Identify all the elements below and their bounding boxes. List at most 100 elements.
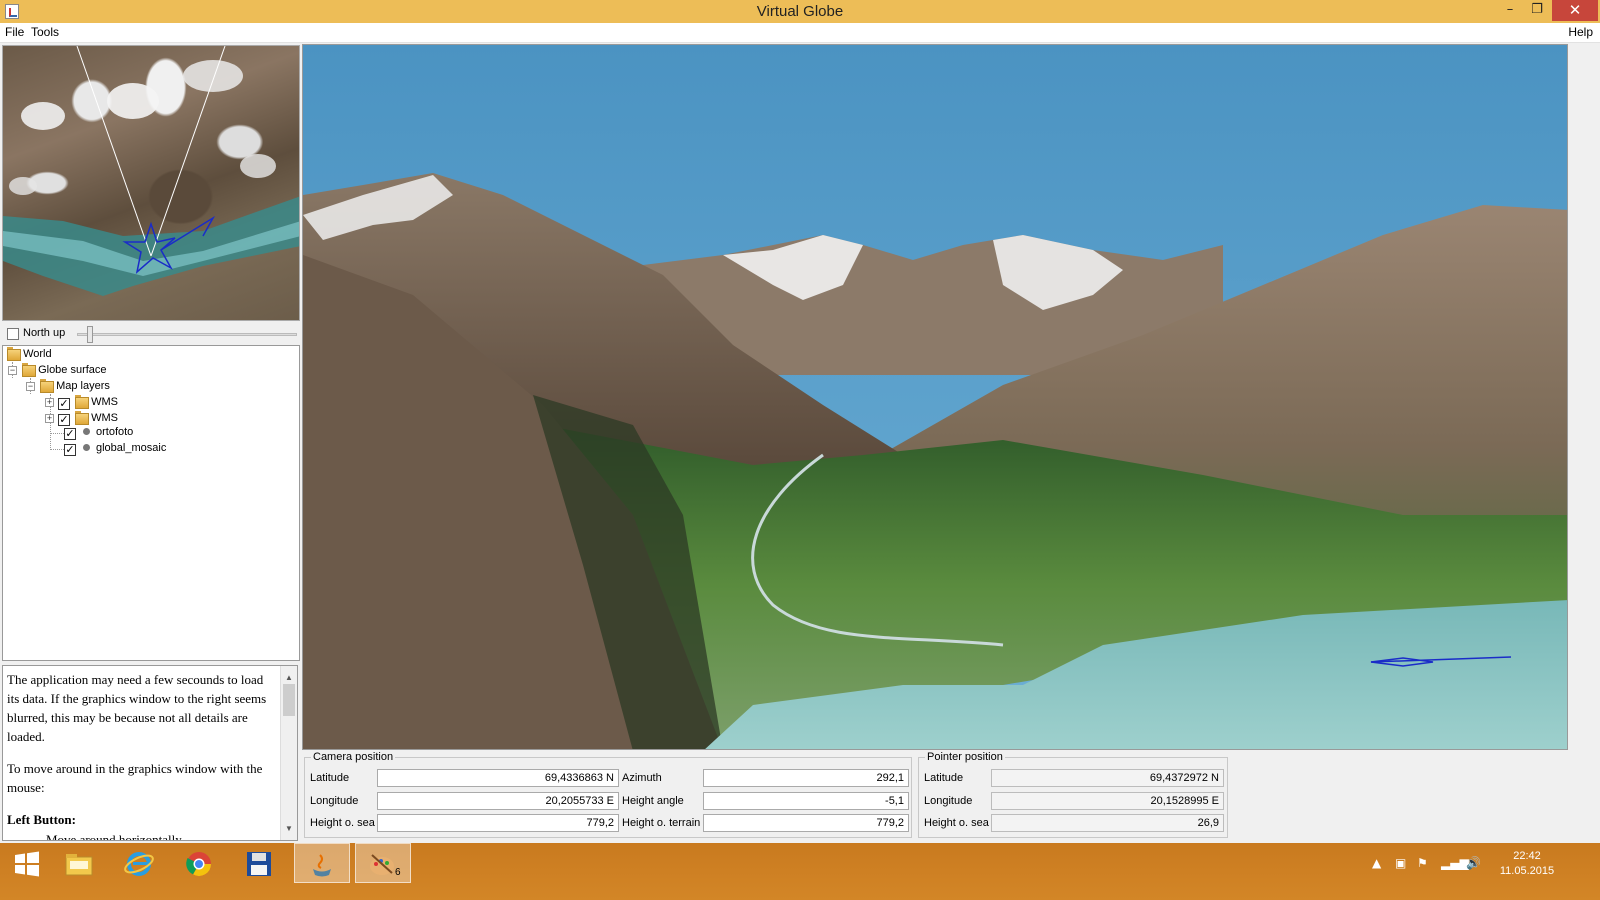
java-icon [313, 854, 331, 877]
folder-icon [74, 395, 89, 409]
clock-date: 11.05.2015 [1499, 865, 1555, 877]
pointer-latitude-field: 69,4372972 N [991, 769, 1224, 787]
camera-height-sea-label: Height o. sea [310, 817, 375, 829]
pointer-position-title: Pointer position [925, 751, 1005, 763]
tree-node-map-layers[interactable]: − Map layers [26, 379, 110, 395]
minimize-button[interactable]: – [1497, 0, 1523, 21]
help-panel: The application may need a few secounds … [2, 665, 298, 841]
help-heading: Left Button: [7, 812, 76, 827]
menu-tools[interactable]: Tools [31, 25, 59, 39]
zoom-slider-thumb[interactable] [87, 326, 93, 343]
scroll-down-icon[interactable]: ▼ [285, 819, 293, 838]
layer-checkbox[interactable]: ✓ [64, 444, 76, 456]
tree-node-global-mosaic[interactable]: ✓ global_mosaic [64, 442, 166, 458]
volume-icon[interactable]: 🔊 [1466, 856, 1481, 870]
layer-dot-icon [83, 428, 90, 435]
camera-longitude-label: Longitude [310, 795, 359, 807]
internet-explorer-icon [124, 852, 154, 876]
restore-button[interactable]: ❐ [1524, 0, 1550, 21]
north-up-checkbox[interactable] [7, 328, 19, 340]
scroll-thumb[interactable] [283, 684, 295, 716]
tree-node-label: global_mosaic [96, 442, 167, 454]
layer-checkbox[interactable]: ✓ [58, 414, 70, 426]
taskbar-save-app[interactable] [232, 843, 288, 883]
close-button[interactable]: ✕ [1552, 0, 1598, 21]
overview-minimap[interactable] [2, 45, 300, 321]
menu-help[interactable]: Help [1568, 25, 1593, 39]
layer-tree: World − Globe surface − Map layers + ✓ WM… [2, 345, 300, 661]
show-hidden-icons-icon[interactable]: ▲ [1372, 856, 1381, 870]
pointer-height-sea-field: 26,9 [991, 814, 1224, 832]
camera-height-angle-field[interactable]: -5,1 [703, 792, 909, 810]
camera-height-terrain-field[interactable]: 779,2 [703, 814, 909, 832]
tree-node-ortofoto[interactable]: ✓ ortofoto [64, 426, 133, 442]
camera-latitude-label: Latitude [310, 772, 350, 784]
help-text: The application may need a few secounds … [7, 670, 277, 841]
action-center-flag-icon[interactable]: ⚑ [1417, 856, 1428, 870]
camera-position-title: Camera position [311, 751, 396, 763]
expand-icon[interactable]: + [45, 414, 54, 423]
help-paragraph: To move around in the graphics window wi… [7, 761, 263, 795]
camera-azimuth-field[interactable]: 292,1 [703, 769, 909, 787]
globe-3d-view[interactable] [302, 44, 1568, 750]
collapse-icon[interactable]: − [26, 382, 35, 391]
menu-bar: File Tools Help [0, 23, 1600, 43]
help-scrollbar[interactable]: ▲ ▼ [280, 666, 297, 840]
taskbar-java-app[interactable] [294, 843, 350, 883]
paint-palette-icon [370, 854, 394, 875]
clock-time: 22:42 [1513, 850, 1541, 862]
taskbar-file-explorer[interactable] [52, 843, 108, 883]
start-icon [15, 851, 39, 877]
chrome-icon [186, 852, 211, 877]
tree-node-label: WMS [91, 412, 118, 424]
pointer-longitude-field: 20,1528995 E [991, 792, 1224, 810]
tree-node-world[interactable]: World [6, 347, 52, 363]
file-explorer-icon [65, 854, 93, 876]
pointer-position-group: Pointer position Latitude 69,4372972 N L… [918, 751, 1228, 838]
collapse-icon[interactable]: − [8, 366, 17, 375]
layer-checkbox[interactable]: ✓ [64, 428, 76, 440]
help-paragraph: The application may need a few secounds … [7, 672, 267, 744]
start-button[interactable] [0, 843, 56, 883]
camera-azimuth-label: Azimuth [622, 772, 662, 784]
pointer-longitude-label: Longitude [924, 795, 973, 807]
camera-height-terrain-label: Height o. terrain [622, 817, 701, 829]
folder-icon [21, 363, 36, 377]
taskbar-chrome[interactable] [172, 843, 228, 883]
north-up-label: North up [23, 327, 66, 339]
zoom-slider-track[interactable] [77, 333, 297, 336]
system-clock[interactable]: 22:42 11.05.2015 [1497, 849, 1557, 879]
save-disk-icon [247, 852, 271, 876]
camera-latitude-field[interactable]: 69,4336863 N [377, 769, 619, 787]
tree-node-label: ortofoto [96, 426, 134, 438]
north-up-row: North up [6, 326, 300, 343]
tree-node-wms-1[interactable]: + ✓ WMS [45, 395, 118, 411]
signal-strength-icon[interactable]: ▂▄▆ [1441, 856, 1469, 870]
tree-node-label: WMS [91, 396, 118, 408]
camera-longitude-field[interactable]: 20,2055733 E [377, 792, 619, 810]
tree-node-wms-2[interactable]: + ✓ WMS [45, 411, 118, 427]
network-device-icon[interactable]: ▣ [1395, 856, 1406, 870]
tree-node-label: World [23, 348, 52, 360]
taskbar-paint-app[interactable]: 6 [355, 843, 411, 883]
folder-icon [6, 347, 21, 361]
pointer-height-sea-label: Height o. sea [924, 817, 989, 829]
tree-node-globe-surface[interactable]: − Globe surface [8, 363, 107, 379]
menu-file[interactable]: File [5, 25, 24, 39]
folder-icon [74, 411, 89, 425]
help-item: Move around horizontally [46, 832, 182, 841]
tree-node-label: Globe surface [38, 364, 107, 376]
layer-checkbox[interactable]: ✓ [58, 398, 70, 410]
camera-position-group: Camera position Latitude 69,4336863 N Lo… [304, 751, 912, 838]
camera-height-angle-label: Height angle [622, 795, 684, 807]
pointer-latitude-label: Latitude [924, 772, 964, 784]
taskbar: 6 ▲ ▣ ⚑ ▂▄▆ 🔊 22:42 11.05.2015 [0, 843, 1600, 900]
tree-node-label: Map layers [56, 380, 110, 392]
layer-dot-icon [83, 444, 90, 451]
folder-icon [39, 379, 54, 393]
camera-height-sea-field[interactable]: 779,2 [377, 814, 619, 832]
paint-window-count: 6 [395, 867, 401, 878]
window-title: Virtual Globe [756, 3, 844, 20]
taskbar-internet-explorer[interactable] [112, 843, 168, 883]
expand-icon[interactable]: + [45, 398, 54, 407]
